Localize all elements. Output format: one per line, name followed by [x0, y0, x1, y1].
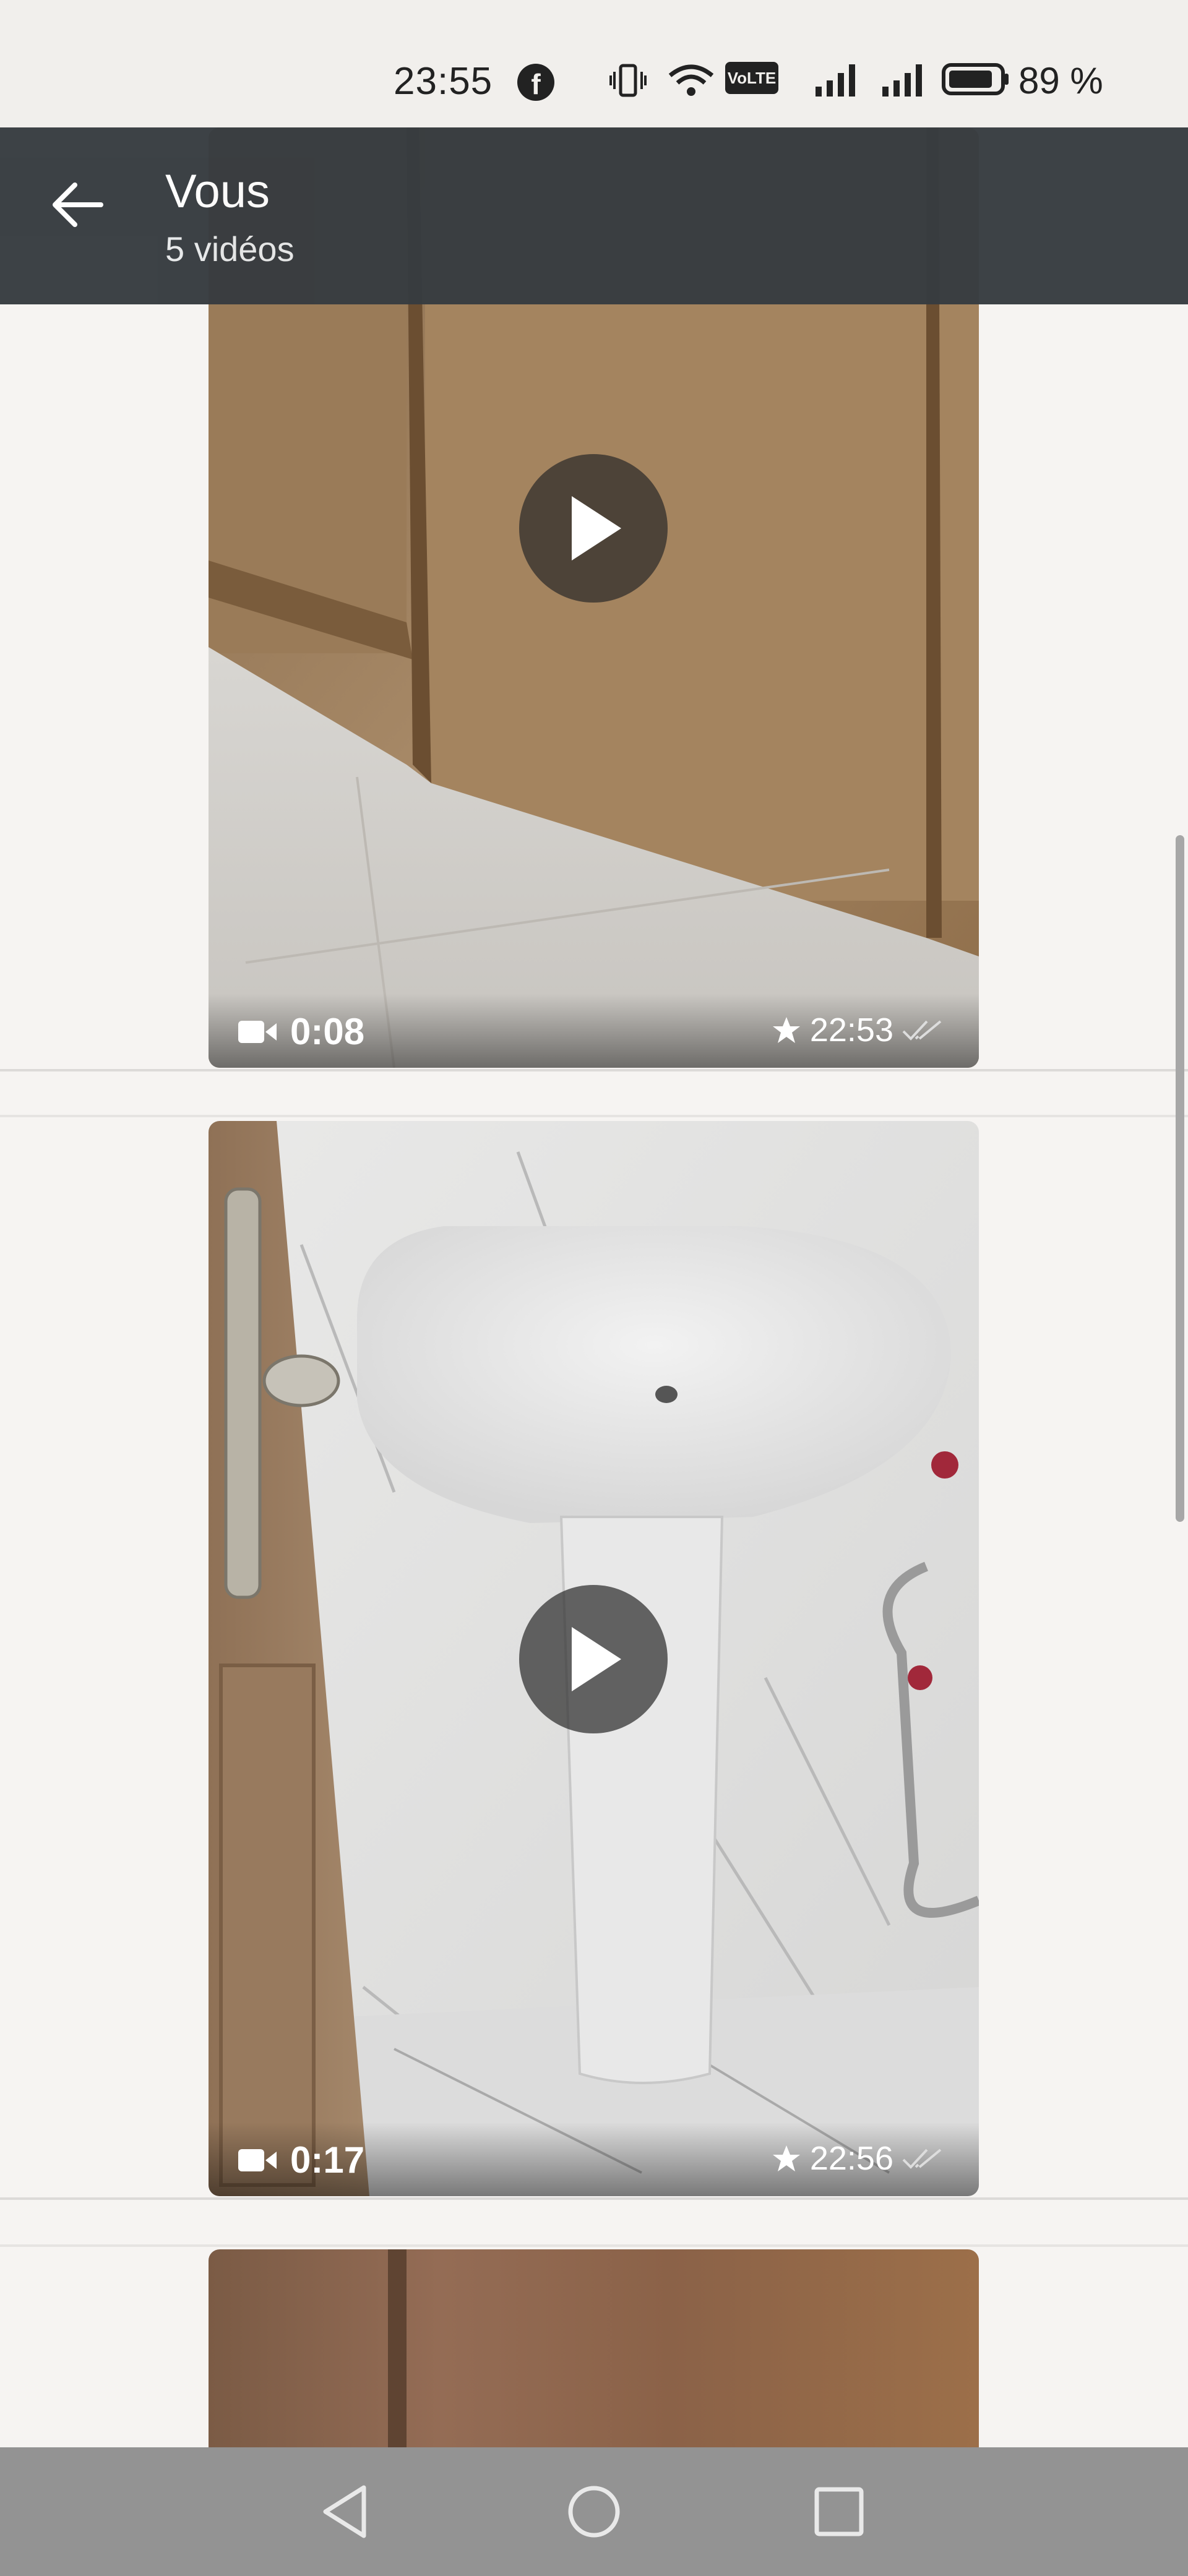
- double-check-icon: [902, 2149, 942, 2169]
- video-card-2[interactable]: 0:17 22:56: [209, 1121, 979, 2196]
- nav-recents-button[interactable]: [802, 2475, 876, 2549]
- divider: [0, 1115, 1188, 1117]
- facebook-icon: f: [517, 64, 554, 101]
- video-duration-label: 0:17: [290, 2139, 365, 2181]
- play-icon: [572, 496, 621, 560]
- arrow-left-icon: [53, 182, 103, 227]
- video-time-label: 22:56: [809, 2140, 893, 2177]
- star-icon: [772, 1017, 800, 1043]
- back-triangle-icon: [323, 2485, 366, 2538]
- home-circle-icon: [568, 2486, 620, 2538]
- video-time-label: 22:53: [809, 1011, 893, 1049]
- video-timestamp: 22:53: [772, 1011, 942, 1049]
- scrollbar[interactable]: [1176, 835, 1184, 1522]
- signal-icon: [882, 64, 922, 97]
- recents-square-icon: [814, 2487, 864, 2536]
- vibrate-icon: [609, 64, 647, 97]
- video-camera-icon: [238, 1020, 277, 1043]
- back-button[interactable]: [43, 171, 111, 239]
- video-camera-icon: [238, 2149, 277, 2171]
- status-time: 23:55: [394, 60, 493, 103]
- video-card-3[interactable]: [209, 2249, 979, 2454]
- video-duration: 0:17: [238, 2139, 364, 2181]
- divider: [0, 2244, 1188, 2247]
- battery-icon: [942, 63, 1009, 95]
- volte-icon: VoLTE: [725, 62, 778, 94]
- double-check-icon: [902, 1020, 942, 1041]
- system-nav-bar: [0, 2447, 1188, 2576]
- battery-percent: 89 %: [1018, 60, 1103, 101]
- divider: [0, 2197, 1188, 2200]
- status-bar: 23:55 f VoLTE 89 %: [0, 0, 1188, 127]
- nav-home-button[interactable]: [557, 2475, 631, 2549]
- video-duration-label: 0:08: [290, 1011, 365, 1052]
- video-duration: 0:08: [238, 1010, 364, 1053]
- video-thumbnail: [209, 2249, 979, 2454]
- page-subtitle: 5 vidéos: [165, 230, 295, 268]
- wifi-icon: [668, 64, 714, 96]
- nav-back-button[interactable]: [308, 2475, 382, 2549]
- divider: [0, 1069, 1188, 1071]
- video-timestamp: 22:56: [772, 2139, 942, 2178]
- app-bar: Vous 5 vidéos: [0, 127, 1188, 304]
- page-title: Vous: [165, 165, 270, 218]
- play-button[interactable]: [519, 1585, 668, 1733]
- signal-icon: [816, 64, 855, 97]
- play-icon: [572, 1627, 621, 1691]
- play-button[interactable]: [519, 454, 668, 603]
- star-icon: [772, 2145, 800, 2171]
